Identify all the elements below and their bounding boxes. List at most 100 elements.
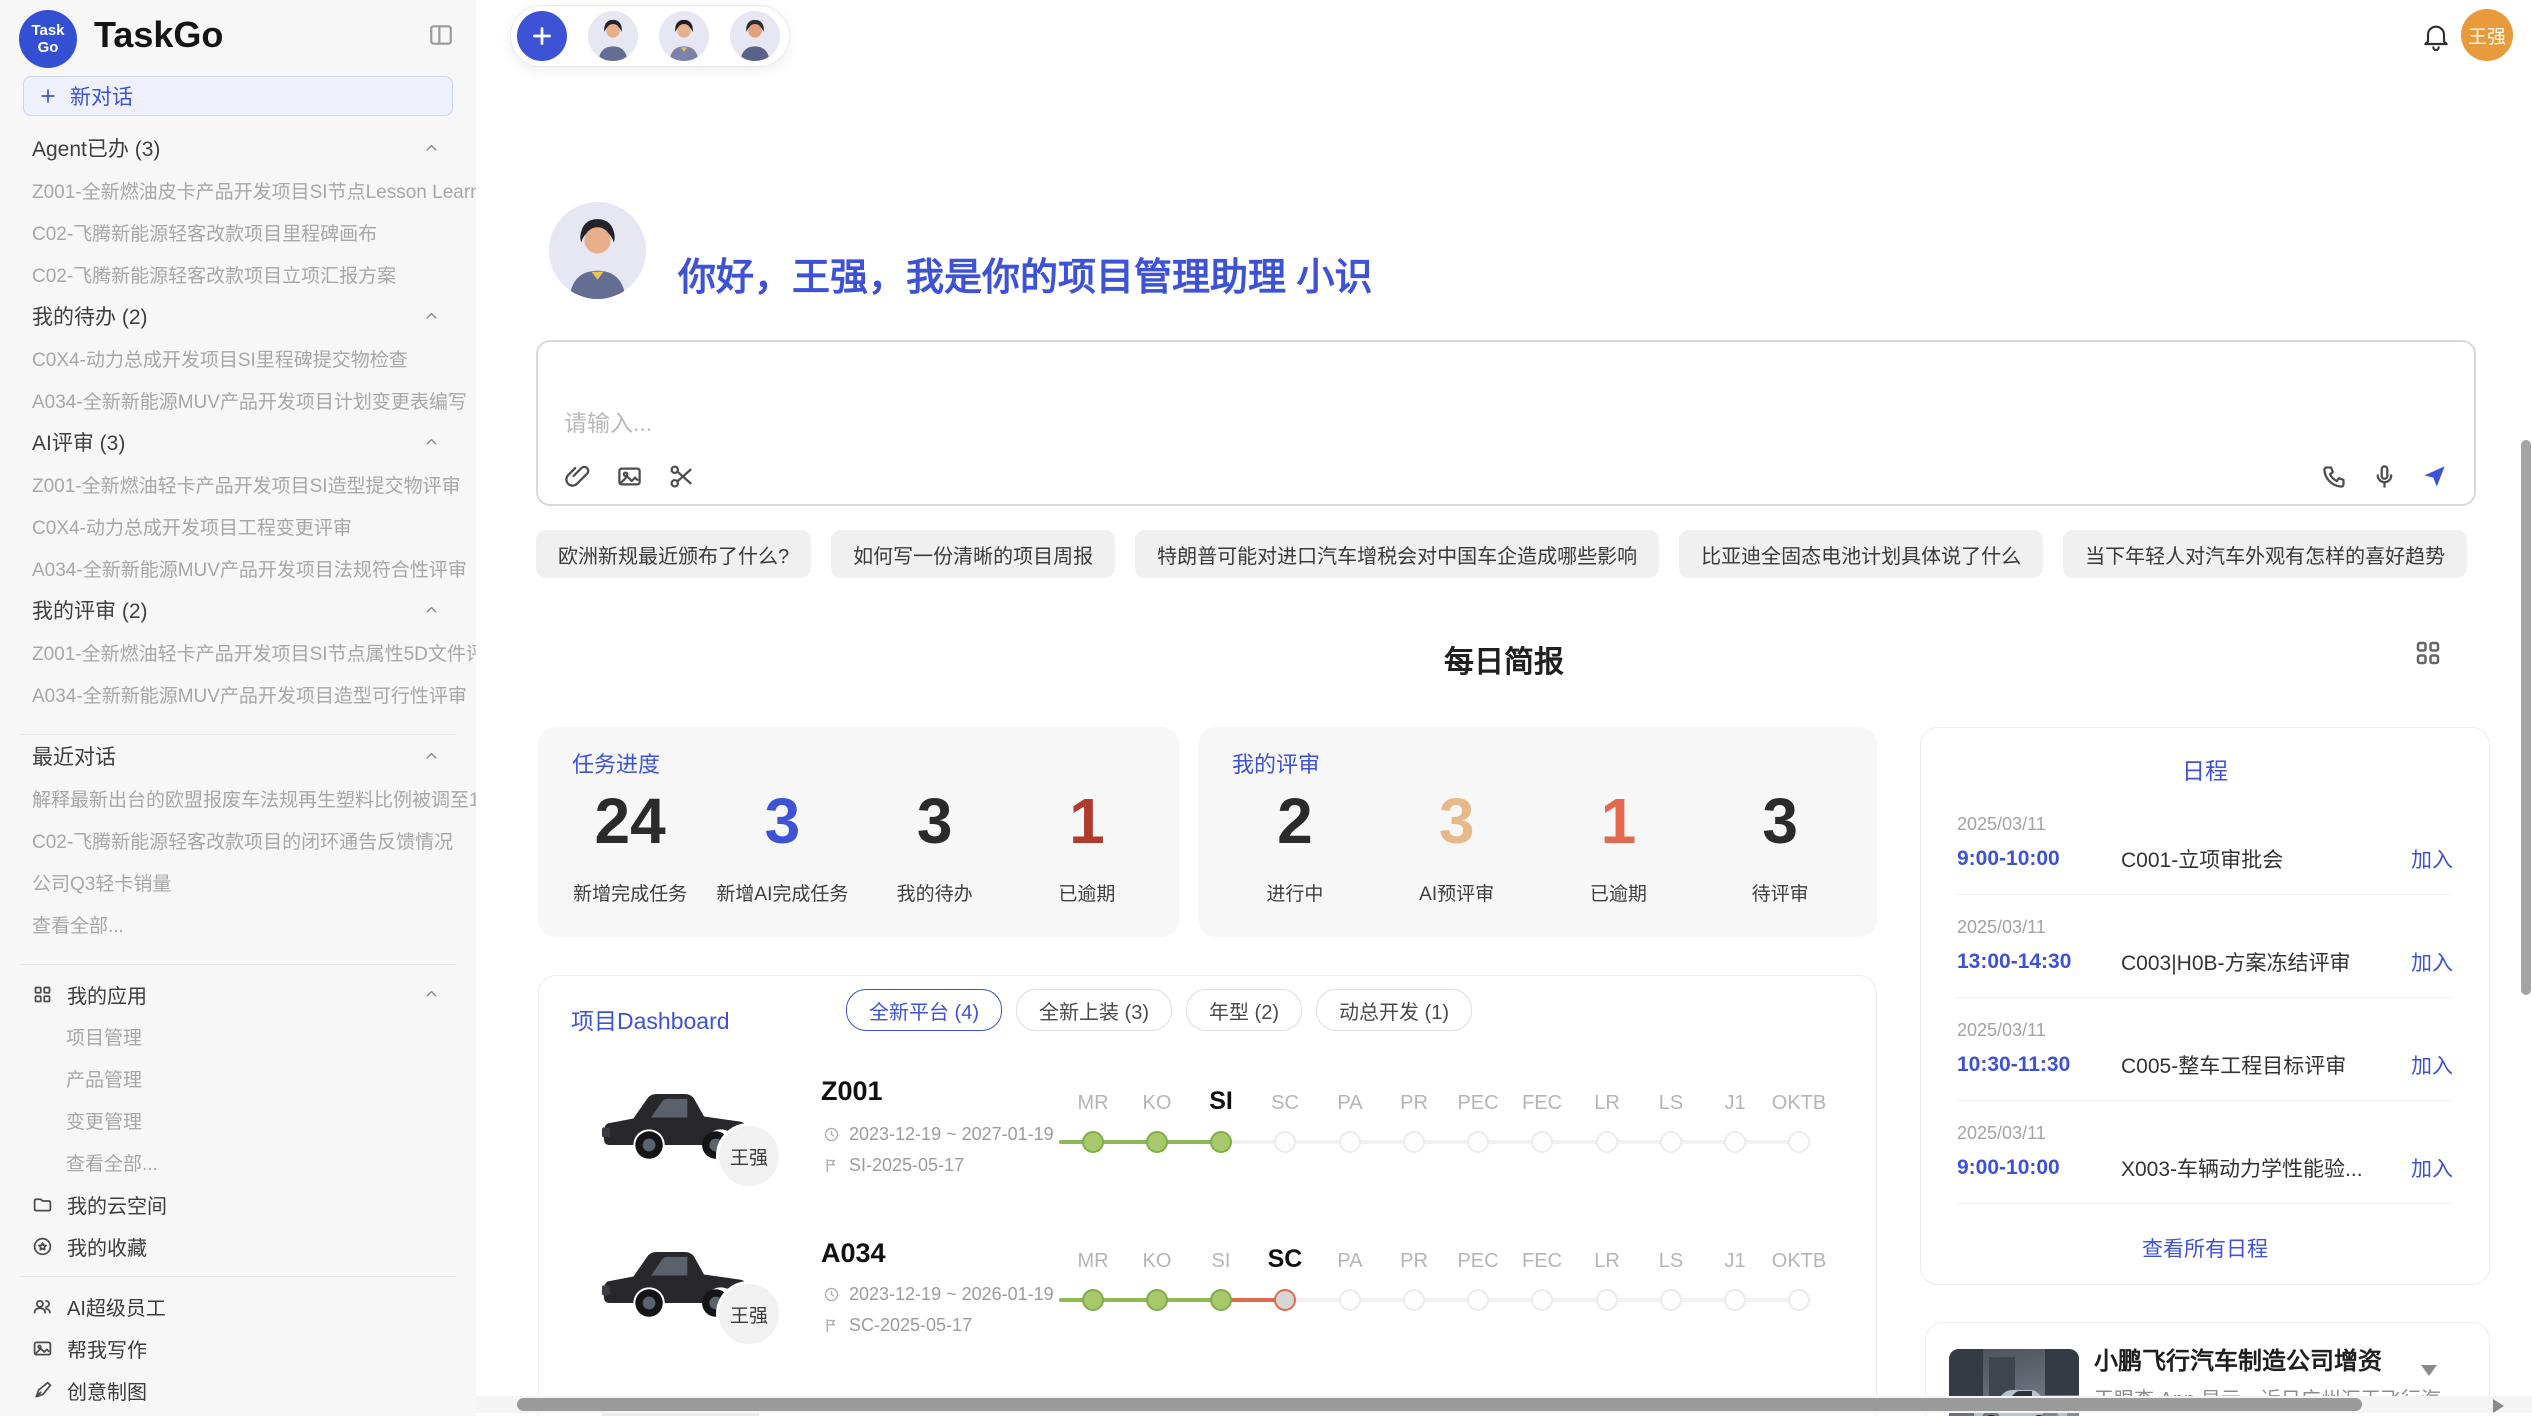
project-milestone: SI-2025-05-17 bbox=[823, 1155, 964, 1176]
stat-ai-prereview: 3 AI预评审 bbox=[1376, 785, 1538, 921]
section-my-todo[interactable]: 我的待办 (2) bbox=[0, 295, 476, 337]
view-all-apps[interactable]: 查看全部... bbox=[0, 1141, 476, 1183]
section-agent-done[interactable]: Agent已办 (3) bbox=[0, 127, 476, 169]
milestone-label: PEC bbox=[1457, 1250, 1498, 1273]
section-recent-chats[interactable]: 最近对话 bbox=[0, 735, 476, 777]
add-agent-button[interactable] bbox=[517, 11, 567, 61]
suggestion-chip[interactable]: 比亚迪全固态电池计划具体说了什么 bbox=[1679, 530, 2043, 578]
stat-in-progress: 2 进行中 bbox=[1214, 785, 1376, 921]
list-item[interactable]: C02-飞腾新能源轻客改款项目的闭环通告反馈情况 bbox=[0, 819, 476, 861]
chat-input[interactable]: 请输入... bbox=[536, 340, 2476, 506]
plus-icon bbox=[38, 86, 58, 106]
suggestion-chips: 欧洲新规最近颁布了什么? 如何写一份清晰的项目周报 特朗普可能对进口汽车增税会对… bbox=[536, 530, 2480, 578]
sidebar-item-product-mgmt[interactable]: 产品管理 bbox=[0, 1057, 476, 1099]
stat-label: 我的待办 bbox=[897, 879, 973, 906]
layout-grid-icon[interactable] bbox=[2413, 638, 2443, 668]
divider bbox=[1957, 1203, 2453, 1204]
suggestion-chip[interactable]: 当下年轻人对汽车外观有怎样的喜好趋势 bbox=[2063, 530, 2467, 578]
milestone-dot bbox=[1210, 1289, 1232, 1311]
stat-value: 2 bbox=[1277, 785, 1313, 857]
sidebar-item-my-apps[interactable]: 我的应用 bbox=[0, 973, 476, 1015]
milestone-dot bbox=[1210, 1131, 1232, 1153]
schedule-item: 2025/03/11 13:00-14:30 C003|H0B-方案冻结评审 加… bbox=[1957, 917, 2453, 977]
collapse-sidebar-icon[interactable] bbox=[428, 22, 454, 48]
tab-powertrain[interactable]: 动总开发 (1) bbox=[1316, 989, 1472, 1031]
menu-label: AI超级员工 bbox=[67, 1292, 166, 1321]
sidebar-item-help-write[interactable]: 帮我写作 bbox=[0, 1327, 476, 1369]
project-dashboard-card: 项目Dashboard 全新平台 (4) 全新上装 (3) 年型 (2) 动总开… bbox=[538, 975, 1877, 1416]
list-item[interactable]: Z001-全新燃油皮卡产品开发项目SI节点Lesson Learn报告 bbox=[0, 169, 476, 211]
clock-icon bbox=[823, 1126, 840, 1143]
scissors-icon[interactable] bbox=[668, 463, 695, 490]
project-code[interactable]: Z001 bbox=[821, 1076, 883, 1107]
phone-icon[interactable] bbox=[2321, 463, 2348, 490]
scroll-down-arrow[interactable] bbox=[2421, 1365, 2437, 1376]
list-item[interactable]: C0X4-动力总成开发项目工程变更评审 bbox=[0, 505, 476, 547]
milestone-dot bbox=[1467, 1131, 1489, 1153]
section-ai-review[interactable]: AI评审 (3) bbox=[0, 421, 476, 463]
schedule-time: 9:00-10:00 bbox=[1957, 1156, 2121, 1180]
schedule-item: 2025/03/11 9:00-10:00 C001-立项审批会 加入 bbox=[1957, 814, 2453, 874]
agent-avatar[interactable] bbox=[659, 11, 709, 61]
project-dates: 2023-12-19 ~ 2027-01-19 bbox=[823, 1124, 1054, 1145]
view-all-chats[interactable]: 查看全部... bbox=[0, 903, 476, 945]
list-item[interactable]: C0X4-动力总成开发项目SI里程碑提交物检查 bbox=[0, 337, 476, 379]
join-link[interactable]: 加入 bbox=[2411, 1153, 2453, 1183]
tab-new-body[interactable]: 全新上装 (3) bbox=[1016, 989, 1172, 1031]
list-item[interactable]: 解释最新出台的欧盟报废车法规再生塑料比例被调至15%... bbox=[0, 777, 476, 819]
people-icon bbox=[32, 1296, 53, 1317]
input-toolbar-right bbox=[2321, 463, 2448, 490]
list-item[interactable]: 公司Q3轻卡销量 bbox=[0, 861, 476, 903]
new-chat-button[interactable]: 新对话 bbox=[23, 76, 453, 116]
mic-icon[interactable] bbox=[2371, 463, 2398, 490]
schedule-event-title: C001-立项审批会 bbox=[2121, 844, 2411, 874]
sidebar-item-ai-super-staff[interactable]: AI超级员工 bbox=[0, 1285, 476, 1327]
list-item[interactable]: A034-全新新能源MUV产品开发项目计划变更表编写 bbox=[0, 379, 476, 421]
section-my-review[interactable]: 我的评审 (2) bbox=[0, 589, 476, 631]
list-item[interactable]: C02-飞腾新能源轻客改款项目立项汇报方案 bbox=[0, 253, 476, 295]
user-avatar[interactable]: 王强 bbox=[2461, 9, 2513, 61]
suggestion-chip[interactable]: 如何写一份清晰的项目周报 bbox=[831, 530, 1115, 578]
sidebar-item-cloud-space[interactable]: 我的云空间 bbox=[0, 1183, 476, 1225]
list-item[interactable]: Z001-全新燃油轻卡产品开发项目SI造型提交物评审 bbox=[0, 463, 476, 505]
tab-year-model[interactable]: 年型 (2) bbox=[1186, 989, 1302, 1031]
notifications-bell-icon[interactable] bbox=[2420, 20, 2452, 52]
stat-value: 3 bbox=[1762, 785, 1798, 857]
scroll-right-arrow[interactable] bbox=[2493, 1399, 2504, 1413]
milestone-label: SI bbox=[1212, 1250, 1231, 1273]
join-link[interactable]: 加入 bbox=[2411, 947, 2453, 977]
list-item[interactable]: A034-全新新能源MUV产品开发项目法规符合性评审 bbox=[0, 547, 476, 589]
list-item[interactable]: Z001-全新燃油轻卡产品开发项目SI节点属性5D文件评审 bbox=[0, 631, 476, 673]
join-link[interactable]: 加入 bbox=[2411, 844, 2453, 874]
agent-avatar[interactable] bbox=[730, 11, 780, 61]
list-item[interactable]: A034-全新新能源MUV产品开发项目造型可行性评审 bbox=[0, 673, 476, 715]
sidebar-item-change-mgmt[interactable]: 变更管理 bbox=[0, 1099, 476, 1141]
image-icon[interactable] bbox=[616, 463, 643, 490]
menu-label: 我的收藏 bbox=[67, 1232, 147, 1261]
milestone-dot bbox=[1596, 1131, 1618, 1153]
schedule-date: 2025/03/11 bbox=[1957, 814, 2453, 835]
vertical-scrollbar-thumb[interactable] bbox=[2521, 440, 2531, 995]
sidebar-item-favorites[interactable]: 我的收藏 bbox=[0, 1225, 476, 1267]
menu-label: 我的云空间 bbox=[67, 1190, 167, 1219]
sidebar-item-creative-draw[interactable]: 创意制图 bbox=[0, 1369, 476, 1411]
list-item[interactable]: C02-飞腾新能源轻客改款项目里程碑画布 bbox=[0, 211, 476, 253]
suggestion-chip[interactable]: 欧洲新规最近颁布了什么? bbox=[536, 530, 811, 578]
schedule-time: 13:00-14:30 bbox=[1957, 950, 2121, 974]
horizontal-scrollbar-thumb[interactable] bbox=[517, 1398, 2362, 1411]
view-all-schedule-link[interactable]: 查看所有日程 bbox=[1921, 1233, 2489, 1263]
join-link[interactable]: 加入 bbox=[2411, 1050, 2453, 1080]
project-owner-avatar[interactable]: 王强 bbox=[716, 1123, 782, 1189]
stat-label: 新增AI完成任务 bbox=[716, 879, 848, 906]
send-icon[interactable] bbox=[2421, 463, 2448, 490]
tab-new-platform[interactable]: 全新平台 (4) bbox=[846, 989, 1002, 1031]
attach-icon[interactable] bbox=[564, 463, 591, 490]
project-code[interactable]: A034 bbox=[821, 1238, 886, 1269]
logo-text-top: Task bbox=[31, 22, 64, 39]
project-owner-avatar[interactable]: 王强 bbox=[716, 1281, 782, 1347]
sidebar-item-project-mgmt[interactable]: 项目管理 bbox=[0, 1015, 476, 1057]
my-review-card: 我的评审 2 进行中 3 AI预评审 1 已逾期 3 待评审 bbox=[1198, 727, 1877, 937]
milestone-label-current: SC bbox=[1268, 1245, 1303, 1274]
suggestion-chip[interactable]: 特朗普可能对进口汽车增税会对中国车企造成哪些影响 bbox=[1135, 530, 1659, 578]
agent-avatar[interactable] bbox=[588, 11, 638, 61]
